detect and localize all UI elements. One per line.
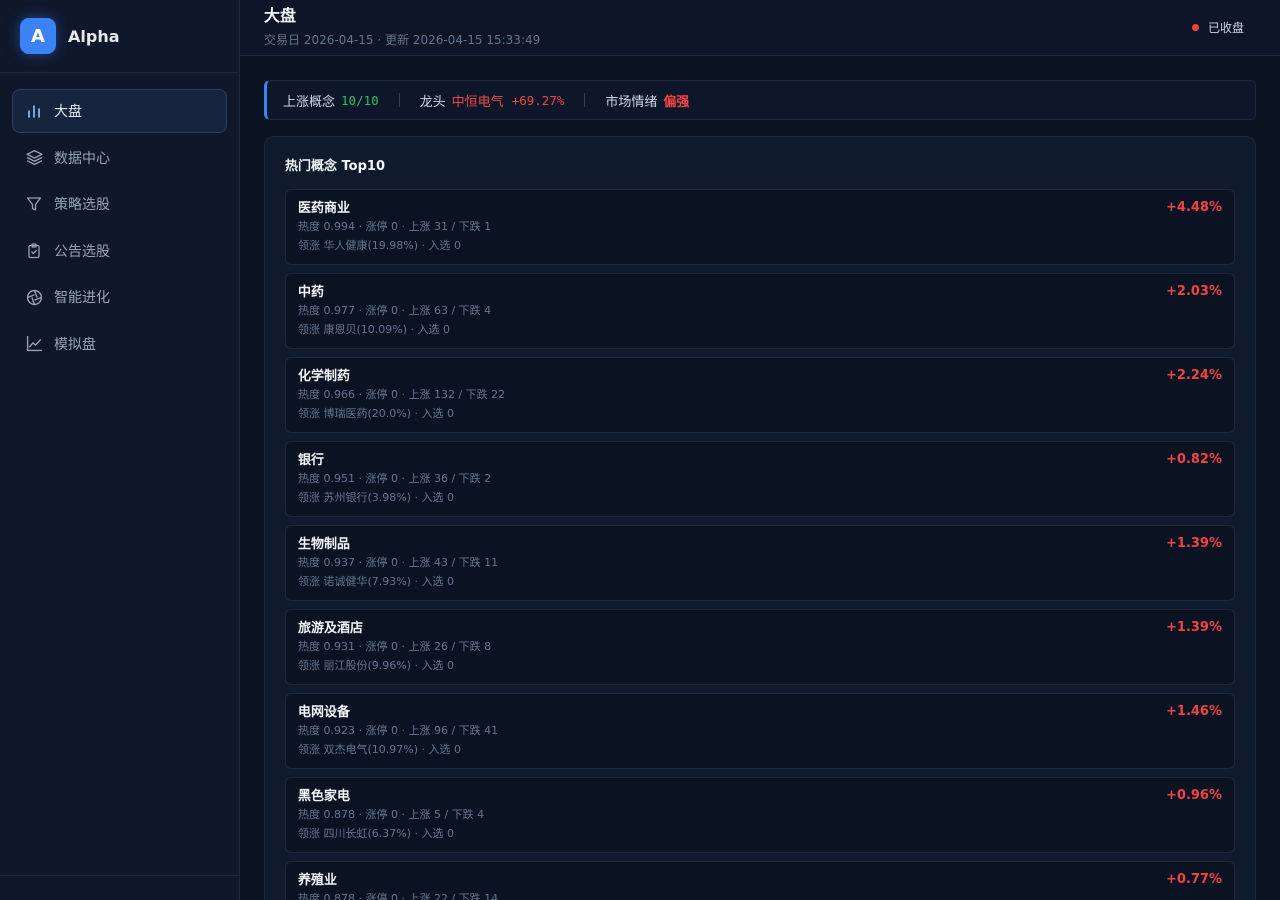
summary-sentiment: 市场情绪 偏强 bbox=[605, 91, 689, 110]
summary-sentiment-label: 市场情绪 bbox=[605, 94, 658, 110]
page-title: 大盘 bbox=[264, 6, 297, 25]
aperture-icon bbox=[25, 288, 43, 306]
concept-change: +1.39% bbox=[1166, 536, 1222, 551]
concept-stats: 热度 0.994 · 涨停 0 · 上涨 31 / 下跌 1 bbox=[298, 220, 492, 233]
concept-card[interactable]: 生物制品 热度 0.937 · 涨停 0 · 上涨 43 / 下跌 11 领涨 … bbox=[285, 525, 1235, 601]
page-header: 大盘 交易日 2026-04-15 · 更新 2026-04-15 15:33:… bbox=[240, 0, 1280, 56]
concept-change: +1.39% bbox=[1166, 620, 1222, 635]
summary-leader: 龙头 中恒电气 +69.27% bbox=[420, 91, 565, 110]
concept-leader: 领涨 康恩贝(10.09%) · 入选 0 bbox=[298, 323, 451, 336]
concept-card[interactable]: 旅游及酒店 热度 0.931 · 涨停 0 · 上涨 26 / 下跌 8 领涨 … bbox=[285, 609, 1235, 685]
summary-divider bbox=[584, 93, 586, 107]
hot-concepts-panel: 热门概念 Top10 医药商业 热度 0.994 · 涨停 0 · 上涨 31 … bbox=[264, 136, 1256, 900]
market-status-badge: 已收盘 bbox=[1191, 19, 1244, 36]
concept-change: +2.24% bbox=[1166, 368, 1222, 383]
summary-divider bbox=[398, 93, 400, 107]
sidebar-item-label: 模拟盘 bbox=[54, 336, 96, 353]
brand: A Alpha bbox=[0, 0, 239, 73]
concept-leader: 领涨 苏州银行(3.98%) · 入选 0 bbox=[298, 491, 455, 504]
concept-name: 黑色家电 bbox=[298, 789, 351, 804]
summary-rising-label: 上涨概念 bbox=[283, 94, 336, 110]
concept-card[interactable]: 养殖业 热度 0.878 · 涨停 0 · 上涨 22 / 下跌 14 +0.7… bbox=[285, 861, 1235, 900]
concept-card[interactable]: 中药 热度 0.977 · 涨停 0 · 上涨 63 / 下跌 4 领涨 康恩贝… bbox=[285, 273, 1235, 349]
concept-name: 化学制药 bbox=[298, 369, 351, 384]
concept-card[interactable]: 医药商业 热度 0.994 · 涨停 0 · 上涨 31 / 下跌 1 领涨 华… bbox=[285, 189, 1235, 265]
sidebar-item-label: 公告选股 bbox=[54, 243, 110, 260]
layers-icon bbox=[25, 149, 43, 167]
concept-change: +1.46% bbox=[1166, 704, 1222, 719]
page-content: 上涨概念 10/10 龙头 中恒电气 +69.27% 市场情绪 偏强 热门概念 … bbox=[240, 56, 1280, 900]
main-area: 大盘 交易日 2026-04-15 · 更新 2026-04-15 15:33:… bbox=[240, 0, 1280, 900]
concept-stats: 热度 0.951 · 涨停 0 · 上涨 36 / 下跌 2 bbox=[298, 472, 492, 485]
bar-chart-icon bbox=[25, 102, 43, 120]
concept-card[interactable]: 电网设备 热度 0.923 · 涨停 0 · 上涨 96 / 下跌 41 领涨 … bbox=[285, 693, 1235, 769]
filter-icon bbox=[25, 195, 43, 213]
concept-change: +4.48% bbox=[1166, 200, 1222, 215]
concept-stats: 热度 0.966 · 涨停 0 · 上涨 132 / 下跌 22 bbox=[298, 388, 506, 401]
concept-name: 银行 bbox=[298, 453, 325, 468]
concept-name: 中药 bbox=[298, 285, 325, 300]
concept-leader: 领涨 博瑞医药(20.0%) · 入选 0 bbox=[298, 407, 455, 420]
concept-name: 旅游及酒店 bbox=[298, 621, 364, 636]
concept-change: +0.96% bbox=[1166, 788, 1222, 803]
concept-change: +0.77% bbox=[1166, 872, 1222, 887]
brand-name: Alpha bbox=[68, 26, 120, 46]
sidebar-item-label: 大盘 bbox=[54, 104, 82, 120]
concept-change: +0.82% bbox=[1166, 452, 1222, 467]
concept-leader: 领涨 丽江股份(9.96%) · 入选 0 bbox=[298, 659, 455, 672]
concept-card[interactable]: 黑色家电 热度 0.878 · 涨停 0 · 上涨 5 / 下跌 4 领涨 四川… bbox=[285, 777, 1235, 853]
sidebar-item-label: 数据中心 bbox=[54, 150, 110, 167]
concept-leader: 领涨 双杰电气(10.97%) · 入选 0 bbox=[298, 743, 462, 756]
sidebar-item-evolution[interactable]: 智能进化 bbox=[12, 275, 227, 319]
concept-name: 电网设备 bbox=[298, 705, 351, 720]
concept-change: +2.03% bbox=[1166, 284, 1222, 299]
sidebar-item-announcement[interactable]: 公告选股 bbox=[12, 229, 227, 273]
summary-leader-name[interactable]: 中恒电气 bbox=[452, 91, 504, 110]
concept-leader: 领涨 诺诚健华(7.93%) · 入选 0 bbox=[298, 575, 455, 588]
concept-name: 养殖业 bbox=[298, 873, 338, 888]
summary-rising-value: 10/10 bbox=[341, 92, 379, 108]
market-status-label: 已收盘 bbox=[1207, 21, 1244, 35]
concept-stats: 热度 0.931 · 涨停 0 · 上涨 26 / 下跌 8 bbox=[298, 640, 492, 653]
summary-sentiment-value: 偏强 bbox=[663, 94, 690, 110]
concept-stats: 热度 0.878 · 涨停 0 · 上涨 22 / 下跌 14 bbox=[298, 892, 499, 900]
sidebar-item-simulation[interactable]: 模拟盘 bbox=[12, 322, 227, 366]
panel-title: 热门概念 Top10 bbox=[285, 159, 385, 174]
concept-stats: 热度 0.923 · 涨停 0 · 上涨 96 / 下跌 41 bbox=[298, 724, 499, 737]
concept-card[interactable]: 化学制药 热度 0.966 · 涨停 0 · 上涨 132 / 下跌 22 领涨… bbox=[285, 357, 1235, 433]
concept-name: 生物制品 bbox=[298, 537, 351, 552]
concept-card[interactable]: 银行 热度 0.951 · 涨停 0 · 上涨 36 / 下跌 2 领涨 苏州银… bbox=[285, 441, 1235, 517]
summary-rising: 上涨概念 10/10 bbox=[283, 91, 379, 110]
concept-stats: 热度 0.878 · 涨停 0 · 上涨 5 / 下跌 4 bbox=[298, 808, 485, 821]
clipboard-icon bbox=[25, 242, 43, 260]
concept-leader: 领涨 华人健康(19.98%) · 入选 0 bbox=[298, 239, 462, 252]
brand-logo[interactable]: A bbox=[20, 18, 56, 54]
concept-stats: 热度 0.937 · 涨停 0 · 上涨 43 / 下跌 11 bbox=[298, 556, 499, 569]
concept-name: 医药商业 bbox=[298, 201, 351, 216]
sidebar-item-strategy[interactable]: 策略选股 bbox=[12, 182, 227, 226]
trend-line-icon bbox=[25, 335, 43, 353]
sidebar-nav: 大盘 数据中心 策略选股 公告选股 智能进化 模拟盘 bbox=[0, 73, 239, 384]
concept-leader: 领涨 四川长虹(6.37%) · 入选 0 bbox=[298, 827, 455, 840]
market-summary-bar: 上涨概念 10/10 龙头 中恒电气 +69.27% 市场情绪 偏强 bbox=[264, 80, 1256, 120]
concept-stats: 热度 0.977 · 涨停 0 · 上涨 63 / 下跌 4 bbox=[298, 304, 492, 317]
sidebar-item-data-center[interactable]: 数据中心 bbox=[12, 136, 227, 180]
summary-leader-label: 龙头 bbox=[419, 94, 446, 110]
page-subtitle: 交易日 2026-04-15 · 更新 2026-04-15 15:33:49 bbox=[264, 33, 541, 47]
status-dot-icon bbox=[1191, 24, 1199, 31]
sidebar-footer bbox=[0, 875, 239, 900]
sidebar-item-label: 策略选股 bbox=[54, 197, 110, 213]
sidebar-item-market[interactable]: 大盘 bbox=[12, 89, 227, 133]
summary-leader-change: +69.27% bbox=[511, 92, 565, 108]
sidebar: A Alpha 大盘 数据中心 策略选股 公告选股 智能进化 模拟盘 bbox=[0, 0, 240, 900]
sidebar-item-label: 智能进化 bbox=[54, 290, 110, 306]
